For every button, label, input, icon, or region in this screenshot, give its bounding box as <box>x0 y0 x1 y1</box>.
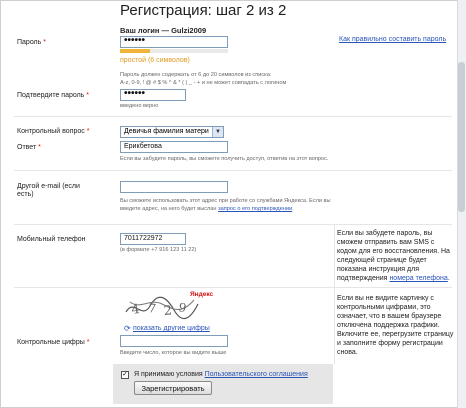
other-email-label-line2: есть) <box>17 191 34 198</box>
captcha-side-text: Если вы не видите картинку с контрольным… <box>337 295 454 356</box>
password-strength-bar <box>120 49 228 53</box>
captcha-label: Контрольные цифры * <box>17 339 89 346</box>
agreement-text: Я принимаю условия Пользовательского сог… <box>134 371 308 378</box>
password-strength-text: простой (6 символов) <box>120 57 190 64</box>
captcha-input[interactable] <box>120 335 228 347</box>
security-question-label-text: Контрольный вопрос <box>17 128 85 135</box>
other-email-note-prefix: введете адрес, на него будет выслан <box>120 206 217 212</box>
mobile-input[interactable]: 7011722972 <box>120 233 186 245</box>
email-confirmation-link[interactable]: запрос о его подтверждении <box>218 206 292 212</box>
confirm-password-input[interactable]: •••••• <box>120 89 186 101</box>
vertical-scrollbar[interactable] <box>457 0 466 408</box>
answer-label: Ответ * <box>17 144 41 151</box>
security-question-value: Девичья фамилия матери <box>124 128 209 135</box>
security-question-label: Контрольный вопрос * <box>17 128 89 135</box>
page-title: Регистрация: шаг 2 из 2 <box>120 2 287 19</box>
other-email-note-suffix: . <box>292 206 294 212</box>
captcha-note: Введите число, которое вы видите выше <box>120 350 227 356</box>
other-email-input[interactable] <box>120 181 228 193</box>
divider <box>14 287 452 288</box>
refresh-icon[interactable]: ⟳ <box>124 324 131 333</box>
password-rules-line1: Пароль должен содержать от 6 до 20 симво… <box>120 72 272 78</box>
captcha-label-text: Контрольные цифры <box>17 339 85 346</box>
side-divider <box>334 224 335 364</box>
other-email-note-line2: введете адрес, на него будет выслан запр… <box>120 206 294 213</box>
divider <box>14 116 452 117</box>
user-agreement-link[interactable]: Пользовательского соглашения <box>205 371 308 378</box>
divider <box>14 170 452 171</box>
refresh-captcha-link[interactable]: показать другие цифры <box>133 325 210 332</box>
register-button[interactable]: Зарегистрировать <box>134 381 212 395</box>
password-input[interactable]: •••••• <box>120 36 228 48</box>
svg-text:7: 7 <box>148 301 157 316</box>
password-label: Пароль * <box>17 39 46 46</box>
security-question-select[interactable]: Девичья фамилия матери ▼ <box>120 126 224 138</box>
other-email-note-line1: Вы сможете использовать этот адрес при р… <box>120 198 331 204</box>
svg-text:9: 9 <box>177 300 187 315</box>
password-label-text: Пароль <box>17 39 42 46</box>
answer-note: Если вы забудете пароль, вы сможете полу… <box>120 156 329 162</box>
svg-text:2: 2 <box>163 303 172 319</box>
required-mark: * <box>86 339 90 346</box>
confirm-password-status: введено верно <box>120 103 159 109</box>
mobile-side-suffix: . <box>447 275 450 282</box>
scrollbar-thumb[interactable] <box>458 62 465 212</box>
required-mark: * <box>43 39 46 46</box>
chevron-down-icon[interactable]: ▼ <box>212 127 223 137</box>
yandex-logo: Яндекс <box>190 291 214 298</box>
checkmark-icon: ✓ <box>122 371 128 378</box>
mobile-side-text: Если вы забудете пароль, вы сможем отпра… <box>337 229 455 283</box>
other-email-label-line1: Другой e-mail (если <box>17 183 80 190</box>
password-strength-fill <box>120 49 151 53</box>
login-heading: Ваш логин — Gulzi2009 <box>120 26 207 35</box>
required-mark: * <box>38 144 41 151</box>
required-mark: * <box>86 92 90 99</box>
mobile-format-hint: (в формате +7 916 123 11 22) <box>120 247 197 253</box>
password-rules-line2: A-z, 0-9, ! @ # $ % ^ & * ( ) _ - + и не… <box>120 80 287 86</box>
confirm-password-label: Подтвердите пароль * <box>17 92 89 99</box>
answer-input[interactable]: Ерикбетова <box>120 141 228 153</box>
answer-label-text: Ответ <box>17 144 37 151</box>
phone-number-link[interactable]: номера телефона <box>389 275 447 282</box>
divider <box>14 224 452 225</box>
confirm-password-label-text: Подтвердите пароль <box>17 92 85 99</box>
agreement-checkbox[interactable]: ✓ <box>121 371 129 379</box>
mobile-label: Мобильный телефон <box>17 236 86 243</box>
required-mark: * <box>86 128 90 135</box>
agreement-label: Я принимаю условия <box>134 371 203 378</box>
password-help-link[interactable]: Как правильно составить пароль <box>339 36 446 43</box>
